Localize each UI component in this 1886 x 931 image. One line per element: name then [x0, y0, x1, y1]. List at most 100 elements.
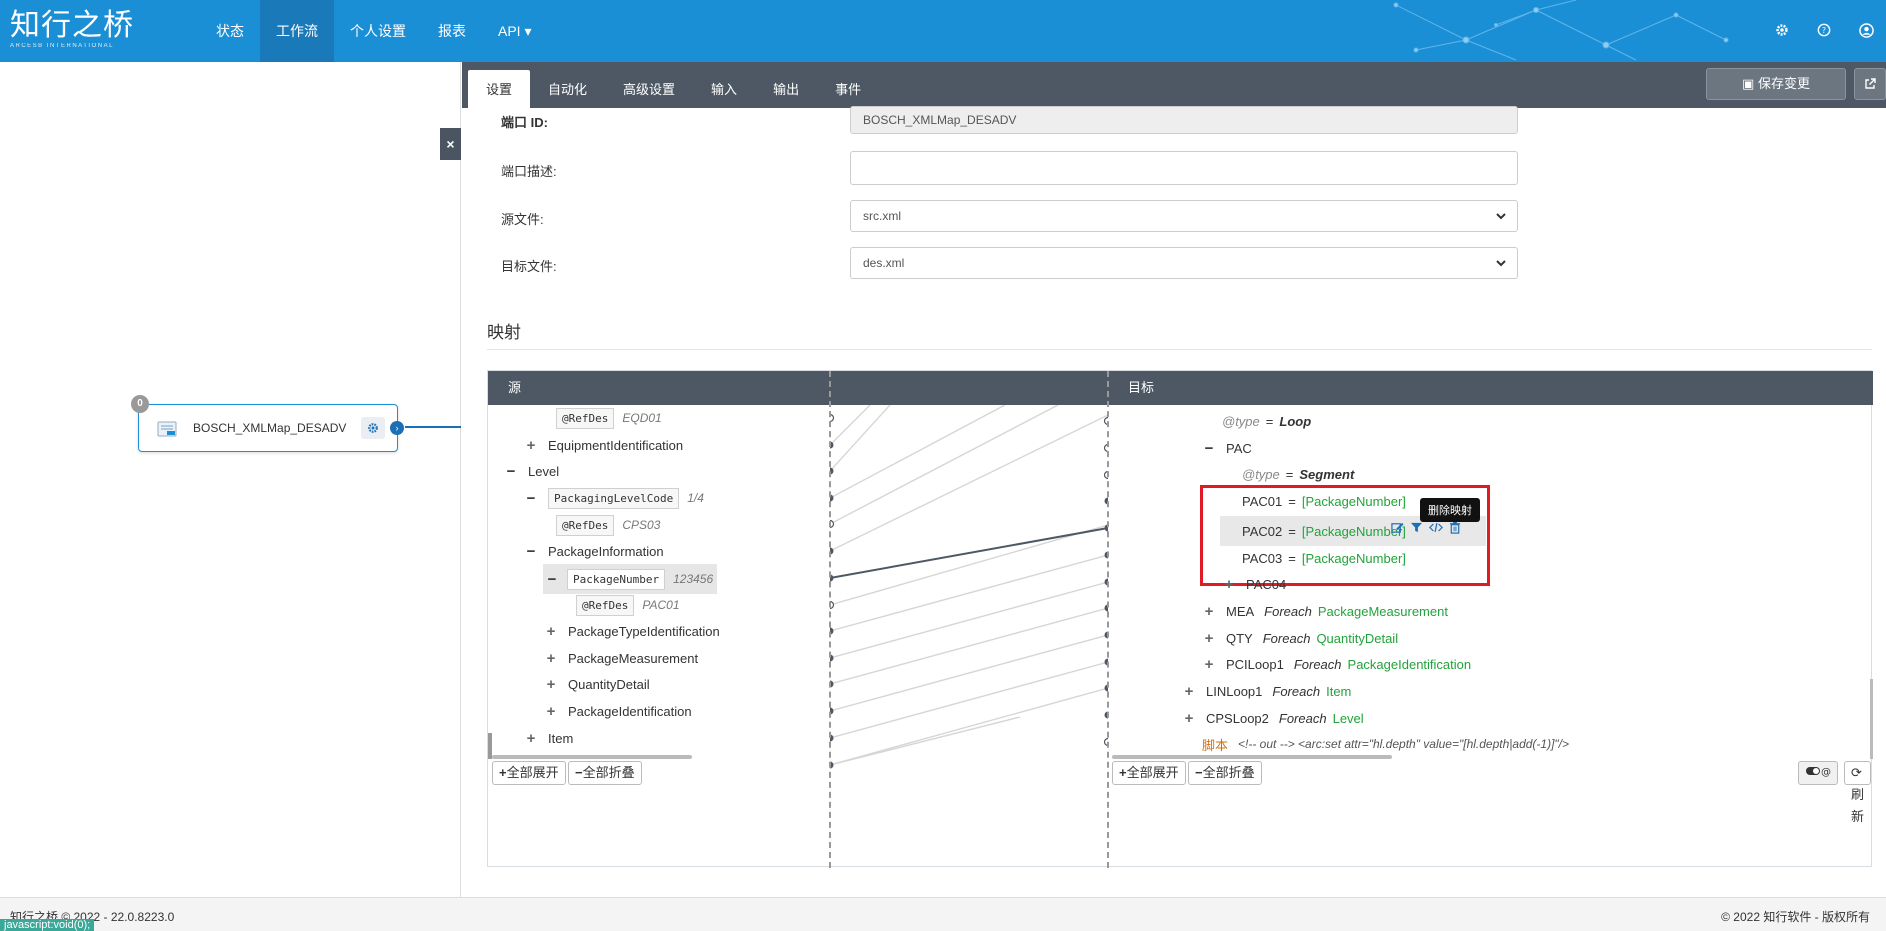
- expand-icon[interactable]: +: [524, 730, 538, 747]
- gear-icon[interactable]: [1772, 20, 1792, 40]
- workflow-canvas[interactable]: × 0 BOSCH_XMLMap_DESADV ›: [0, 62, 461, 897]
- tree-node-selected[interactable]: − PackageNumber 123456: [543, 564, 718, 594]
- tree-node[interactable]: @type = Loop: [1222, 408, 1311, 434]
- node-tag: PackageNumber: [567, 568, 666, 590]
- nav-item-api[interactable]: API ▾: [482, 0, 547, 62]
- mapping-title: 映射: [487, 323, 521, 342]
- node-settings-button[interactable]: [361, 417, 385, 439]
- script-node[interactable]: 脚本 <!-- out --> <arc:set attr="hl.depth" …: [1202, 731, 1569, 757]
- expand-icon[interactable]: +: [1202, 603, 1216, 620]
- source-collapse-all-button[interactable]: −全部折叠: [568, 761, 642, 785]
- foreach-source: PackageMeasurement: [1317, 603, 1448, 619]
- tree-node[interactable]: + QTY Foreach QuantityDetail: [1202, 625, 1398, 651]
- expand-icon[interactable]: +: [544, 703, 558, 720]
- target-scrollbar-v[interactable]: [1870, 679, 1873, 759]
- source-file-value: src.xml: [863, 209, 901, 223]
- tree-node[interactable]: @RefDes EQD01: [556, 405, 662, 431]
- tab-settings[interactable]: 设置: [468, 70, 531, 108]
- tab-events[interactable]: 事件: [817, 70, 879, 108]
- target-expand-all-button[interactable]: +全部展开: [1112, 761, 1186, 785]
- collapse-icon[interactable]: −: [524, 543, 538, 560]
- node-output-port[interactable]: ›: [390, 421, 404, 435]
- chevron-down-icon: [1496, 213, 1506, 220]
- tab-input[interactable]: 输入: [693, 70, 755, 108]
- node-label: PackageIdentification: [568, 703, 692, 719]
- refresh-button[interactable]: ⟳ 刷新: [1844, 761, 1872, 824]
- tree-node[interactable]: + PAC04: [1222, 571, 1287, 597]
- eq-sign: =: [1265, 413, 1274, 429]
- target-file-value: des.xml: [863, 256, 905, 270]
- tree-node[interactable]: + PackageIdentification: [544, 698, 692, 724]
- expand-icon[interactable]: +: [544, 650, 558, 667]
- brand-logo[interactable]: 知行之桥 ARCESB INTERNATIONAL: [10, 10, 134, 50]
- tree-node[interactable]: + EquipmentIdentification: [524, 432, 684, 458]
- collapse-icon[interactable]: −: [504, 463, 518, 480]
- tab-automation[interactable]: 自动化: [530, 70, 605, 108]
- save-changes-label: 保存变更: [1757, 76, 1810, 91]
- collapse-icon[interactable]: −: [545, 571, 559, 588]
- tree-node[interactable]: + Item: [524, 725, 574, 751]
- expand-icon[interactable]: +: [1182, 683, 1196, 700]
- nav-item-status[interactable]: 状态: [200, 0, 260, 62]
- tree-node[interactable]: @RefDes CPS03: [556, 512, 660, 538]
- toggle-attributes-button[interactable]: @: [1798, 761, 1838, 785]
- network-background-graphic: [1393, 0, 1729, 61]
- target-header: 目标: [1108, 371, 1873, 405]
- foreach-keyword: Foreach: [1278, 710, 1327, 726]
- expand-icon[interactable]: +: [1202, 656, 1216, 673]
- source-scrollbar[interactable]: [492, 755, 692, 759]
- nav-item-workflow[interactable]: 工作流: [260, 0, 334, 62]
- target-file-select[interactable]: des.xml: [850, 247, 1518, 279]
- tab-advanced[interactable]: 高级设置: [605, 70, 693, 108]
- expand-icon[interactable]: +: [524, 437, 538, 454]
- top-navbar: 知行之桥 ARCESB INTERNATIONAL 状态 工作流 个人设置 报表…: [0, 0, 1886, 62]
- node-label: PackageInformation: [548, 543, 664, 559]
- attr-name: @type: [1242, 466, 1280, 482]
- minus-icon: −: [1195, 765, 1203, 780]
- expand-icon[interactable]: +: [1182, 710, 1196, 727]
- source-file-select[interactable]: src.xml: [850, 200, 1518, 232]
- tree-node[interactable]: − PackagingLevelCode 1/4: [524, 485, 704, 511]
- tree-node[interactable]: + PackageTypeIdentification: [544, 618, 720, 644]
- mapping-lines: [830, 405, 1108, 769]
- tree-node[interactable]: @RefDes PAC01: [576, 592, 680, 618]
- expand-icon[interactable]: +: [544, 623, 558, 640]
- tree-node[interactable]: + CPSLoop2 Foreach Level: [1182, 705, 1364, 731]
- node-label: QTY: [1226, 630, 1253, 646]
- foreach-keyword: Foreach: [1262, 630, 1311, 646]
- tree-node[interactable]: − Level: [504, 458, 559, 484]
- close-panel-button[interactable]: ×: [440, 128, 461, 160]
- attr-value: Loop: [1279, 413, 1312, 429]
- nav-item-profile[interactable]: 个人设置: [334, 0, 422, 62]
- tree-node[interactable]: + MEA Foreach PackageMeasurement: [1202, 598, 1448, 624]
- port-desc-field[interactable]: [850, 151, 1518, 185]
- node-value: CPS03: [622, 518, 661, 532]
- save-changes-button[interactable]: ▣ 保存变更: [1706, 68, 1846, 100]
- tree-node[interactable]: @type = Segment: [1242, 461, 1354, 487]
- collapse-icon[interactable]: −: [524, 490, 538, 507]
- tree-node[interactable]: − PackageInformation: [524, 538, 664, 564]
- node-label: QuantityDetail: [568, 676, 650, 692]
- tree-node[interactable]: + PCILoop1 Foreach PackageIdentification: [1202, 651, 1472, 677]
- expand-icon[interactable]: +: [1202, 630, 1216, 647]
- foreach-keyword: Foreach: [1264, 603, 1312, 619]
- tree-node[interactable]: + QuantityDetail: [544, 671, 650, 697]
- expand-icon[interactable]: +: [1222, 576, 1236, 593]
- workflow-node[interactable]: 0 BOSCH_XMLMap_DESADV ›: [131, 395, 404, 452]
- collapse-icon[interactable]: −: [1202, 440, 1216, 457]
- help-icon[interactable]: ?: [1814, 20, 1834, 40]
- source-expand-all-button[interactable]: +全部展开: [492, 761, 566, 785]
- node-tag: PackagingLevelCode: [548, 487, 680, 509]
- settings-tabbar: 设置 自动化 高级设置 输入 输出 事件 ▣ 保存变更: [462, 62, 1886, 108]
- tab-output[interactable]: 输出: [755, 70, 817, 108]
- tree-node[interactable]: + PackageMeasurement: [544, 645, 698, 671]
- target-collapse-all-button[interactable]: −全部折叠: [1188, 761, 1262, 785]
- tree-node[interactable]: + LINLoop1 Foreach Item: [1182, 678, 1352, 704]
- user-icon[interactable]: [1856, 20, 1876, 40]
- expand-icon[interactable]: +: [544, 676, 558, 693]
- open-external-button[interactable]: [1854, 68, 1886, 100]
- tree-node[interactable]: − PAC: [1202, 435, 1252, 461]
- target-scrollbar[interactable]: [1112, 755, 1392, 759]
- foreach-source: QuantityDetail: [1316, 630, 1399, 646]
- nav-item-reports[interactable]: 报表: [422, 0, 482, 62]
